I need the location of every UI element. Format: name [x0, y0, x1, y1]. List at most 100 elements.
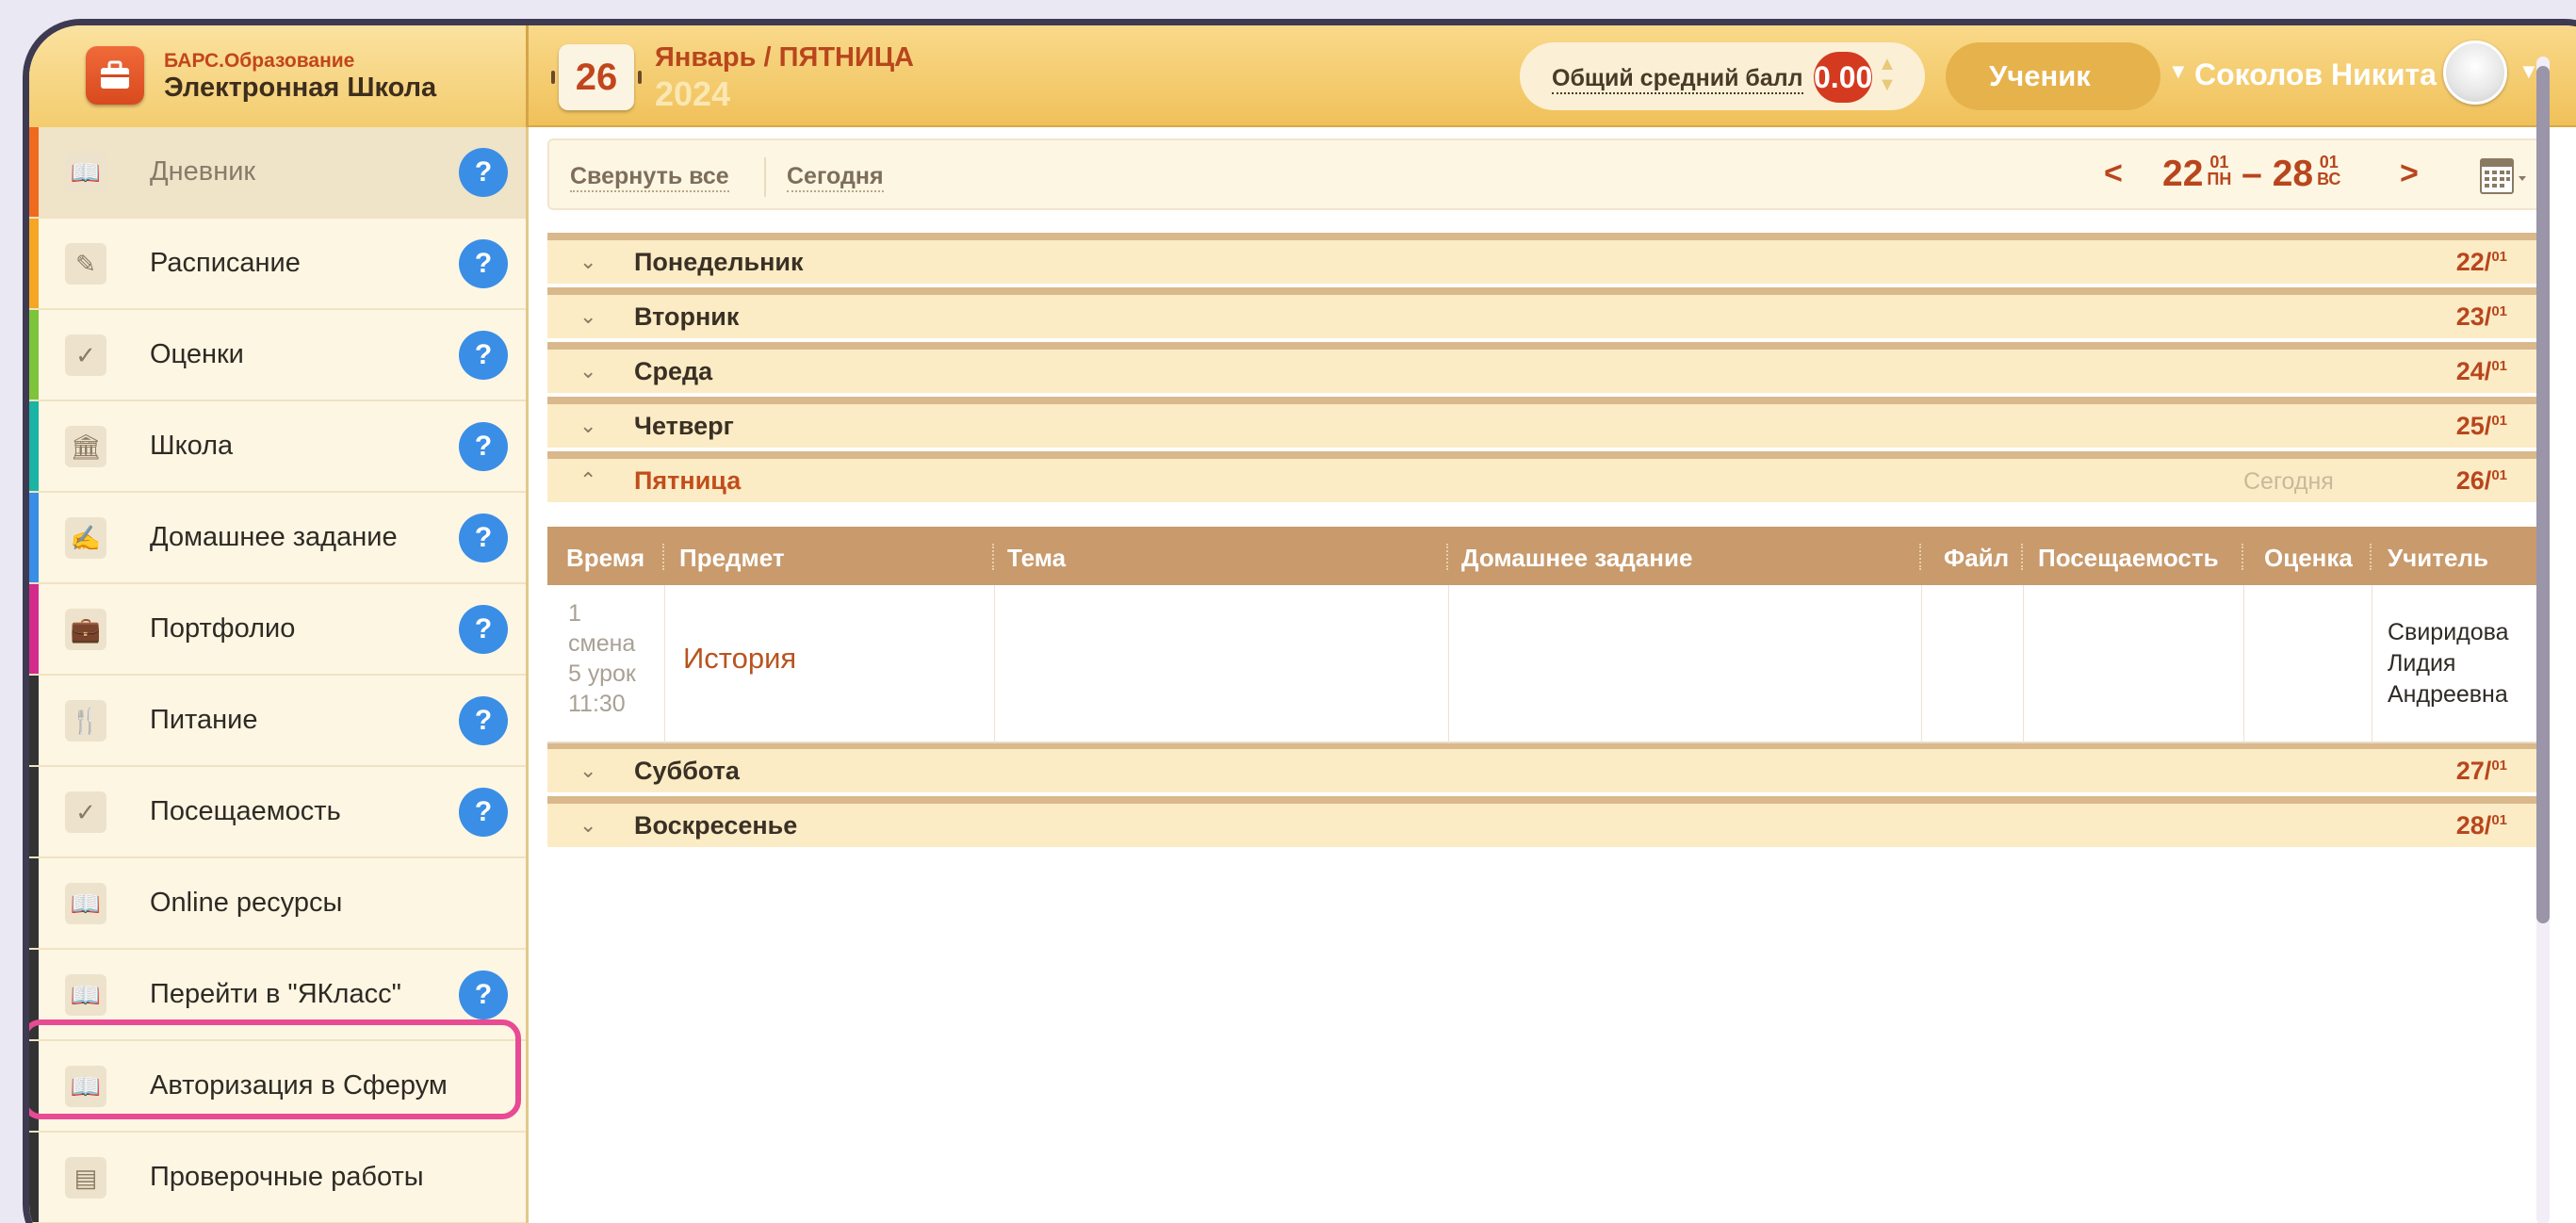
prev-week-icon[interactable]: < — [2104, 155, 2123, 192]
chevron-down-icon[interactable]: ⌄ — [579, 304, 596, 329]
collapse-all-button[interactable]: Свернуть все — [570, 163, 729, 192]
day-row[interactable]: ⌄ Вторник 23/01 — [547, 287, 2545, 338]
help-icon[interactable]: ? — [459, 421, 508, 471]
day-row[interactable]: ⌄ Среда 24/01 — [547, 342, 2545, 393]
cell-divider — [664, 585, 665, 743]
sidebar-item-label: Школа — [150, 431, 234, 461]
lesson-subject[interactable]: История — [683, 642, 796, 676]
main-content: Свернуть все Сегодня < 22 01 ПН – 28 01 ВС > — [547, 127, 2554, 1223]
range-end-month: 01 — [2319, 153, 2339, 171]
sidebar-item-label: Online ресурсы — [150, 888, 343, 918]
help-icon[interactable]: ? — [459, 147, 508, 197]
sidebar-item[interactable]: 📖 Дневник? — [29, 127, 526, 219]
brand-line2: Электронная Школа — [164, 73, 437, 103]
sidebar-item[interactable]: 💼 Портфолио? — [29, 584, 526, 676]
help-icon[interactable]: ? — [459, 238, 508, 288]
check-icon: ✓ — [65, 791, 106, 833]
cell-divider — [1448, 585, 1449, 743]
sidebar-item-label: Питание — [150, 705, 258, 735]
chevron-down-icon[interactable]: ⌄ — [579, 758, 596, 783]
help-icon[interactable]: ? — [459, 695, 508, 745]
today-button[interactable]: Сегодня — [787, 163, 884, 192]
calendar-icon[interactable] — [2475, 152, 2530, 201]
chevron-down-icon[interactable]: ⌄ — [579, 359, 596, 383]
sidebar-item[interactable]: 🏛 Школа? — [29, 401, 526, 493]
range-start-month: 01 — [2209, 153, 2229, 171]
day-row[interactable]: ⌃ Пятница Сегодня 26/01 — [547, 451, 2545, 502]
help-icon[interactable]: ? — [459, 513, 508, 563]
sidebar-item[interactable]: ✍ Домашнее задание? — [29, 493, 526, 584]
sidebar-item-label: Посещаемость — [150, 796, 341, 826]
column-divider — [2242, 544, 2243, 570]
help-icon[interactable]: ? — [459, 787, 508, 837]
chevron-down-icon[interactable]: ▼ — [2168, 59, 2189, 84]
day-date-day: 26 — [2455, 466, 2485, 495]
sidebar-item-stripe — [29, 401, 39, 491]
cell-divider — [2243, 585, 2244, 743]
scrollbar-thumb[interactable] — [2536, 66, 2550, 923]
col-attendance: Посещаемость — [2038, 544, 2219, 572]
avatar[interactable] — [2443, 41, 2507, 105]
column-divider — [1919, 544, 1921, 570]
table-row[interactable]: 1 смена 5 урок 11:30 История Свиридова Л… — [547, 585, 2545, 743]
day-name: Четверг — [634, 412, 734, 440]
lesson-start-time: 11:30 — [568, 691, 626, 717]
day-name: Суббота — [634, 757, 740, 785]
chevron-down-icon[interactable]: ⌄ — [579, 250, 596, 274]
day-date: 27/01 — [2455, 757, 2507, 785]
day-row[interactable]: ⌄ Суббота 27/01 — [547, 742, 2545, 792]
user-name[interactable]: Соколов Никита — [2194, 57, 2437, 92]
sidebar-item[interactable]: ✎ Расписание? — [29, 219, 526, 310]
range-end-weekday: ВС — [2317, 170, 2341, 188]
column-divider — [1446, 544, 1448, 570]
sidebar-item-label: Дневник — [150, 156, 256, 187]
day-date: 25/01 — [2455, 412, 2507, 440]
day-row[interactable]: ⌄ Четверг 25/01 — [547, 397, 2545, 448]
help-icon[interactable]: ? — [459, 970, 508, 1019]
sidebar-item[interactable]: ▤ Проверочные работы — [29, 1133, 526, 1223]
day-date-month: 01 — [2491, 358, 2507, 374]
day-name: Среда — [634, 357, 713, 385]
column-divider — [2021, 544, 2023, 570]
help-icon[interactable]: ? — [459, 604, 508, 654]
toolbar-divider — [764, 157, 766, 197]
homework-icon: ✍ — [65, 516, 106, 559]
col-time: Время — [566, 544, 645, 572]
col-grade: Оценка — [2264, 544, 2353, 572]
average-grade-widget[interactable]: Общий средний балл 0.00 ▲ ▼ — [1520, 42, 1925, 110]
teacher-first-name: Лидия — [2388, 650, 2456, 677]
day-name: Вторник — [634, 302, 740, 331]
cell-divider — [1921, 585, 1922, 743]
sidebar-item[interactable]: 📖 Online ресурсы — [29, 858, 526, 950]
chevron-down-icon[interactable]: ⌄ — [579, 813, 596, 838]
average-grade-label[interactable]: Общий средний балл — [1552, 65, 1803, 94]
range-dash: – — [2242, 154, 2262, 194]
brand-logo[interactable]: БАРС.Образование Электронная Школа — [29, 25, 529, 127]
sidebar-item-stripe — [29, 676, 39, 765]
app-window: БАРС.Образование Электронная Школа 26 Ян… — [23, 19, 2576, 1223]
cell-divider — [2023, 585, 2024, 743]
next-week-icon[interactable]: > — [2400, 155, 2419, 192]
chevron-down-icon[interactable]: ⌄ — [579, 414, 596, 438]
column-divider — [992, 544, 994, 570]
day-row[interactable]: ⌄ Понедельник 22/01 — [547, 233, 2545, 284]
sidebar-item[interactable]: ✓ Посещаемость? — [29, 767, 526, 858]
day-name: Пятница — [634, 466, 742, 495]
lesson-shift: смена — [568, 630, 636, 657]
sidebar-item[interactable]: 🍴 Питание? — [29, 676, 526, 767]
sidebar-item-stripe — [29, 493, 39, 582]
highlight-frame — [29, 1019, 521, 1119]
sidebar-item-stripe — [29, 767, 39, 856]
lesson-number: 5 урок — [568, 660, 636, 687]
average-grade-value: 0.00 — [1814, 52, 1872, 103]
day-name: Понедельник — [634, 248, 804, 276]
role-select[interactable]: Ученик — [1946, 42, 2160, 110]
book-icon: 📖 — [65, 973, 106, 1016]
chevron-up-icon[interactable]: ⌃ — [579, 468, 596, 493]
help-icon[interactable]: ? — [459, 330, 508, 380]
year-label: 2024 — [655, 74, 731, 113]
sort-arrows-icon[interactable]: ▲ ▼ — [1878, 54, 1897, 95]
sidebar-item[interactable]: ✓ Оценки? — [29, 310, 526, 401]
col-homework: Домашнее задание — [1461, 544, 1693, 572]
day-row[interactable]: ⌄ Воскресенье 28/01 — [547, 796, 2545, 847]
